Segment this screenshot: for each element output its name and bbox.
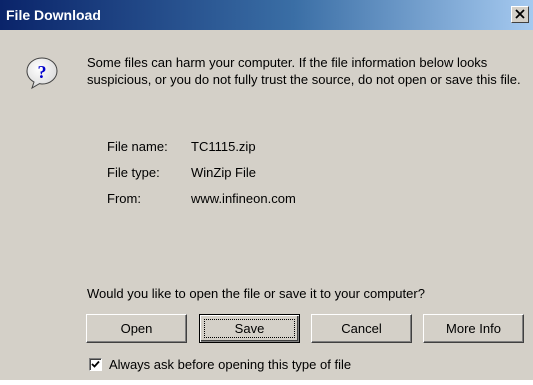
window-title: File Download <box>6 7 101 23</box>
focus-rect <box>204 319 295 338</box>
download-question: Would you like to open the file or save … <box>87 286 425 301</box>
title-bar[interactable]: File Download <box>0 0 533 30</box>
open-button[interactable]: Open <box>86 314 187 343</box>
open-button-label: Open <box>120 321 153 336</box>
warning-message: Some files can harm your computer. If th… <box>87 55 521 87</box>
file-type-label: File type: <box>107 165 160 180</box>
file-name-value: TC1115.zip <box>191 139 256 154</box>
save-button[interactable]: Save <box>199 314 300 343</box>
cancel-button-label: Cancel <box>341 321 382 336</box>
always-ask-checkbox[interactable] <box>89 358 102 371</box>
from-label: From: <box>107 191 141 206</box>
from-value: www.infineon.com <box>191 191 296 206</box>
close-icon <box>515 9 525 19</box>
file-type-value: WinZip File <box>191 165 257 180</box>
more-info-button[interactable]: More Info <box>423 314 524 343</box>
question-icon: ? <box>25 56 59 90</box>
more-info-button-label: More Info <box>446 321 501 336</box>
always-ask-label[interactable]: Always ask before opening this type of f… <box>109 357 351 372</box>
file-download-dialog: File Download ? Some files can harm your… <box>0 0 533 380</box>
close-button[interactable] <box>511 6 529 23</box>
checkmark-icon <box>91 360 100 368</box>
file-name-label: File name: <box>107 139 168 154</box>
svg-text:?: ? <box>38 62 47 82</box>
cancel-button[interactable]: Cancel <box>311 314 412 343</box>
